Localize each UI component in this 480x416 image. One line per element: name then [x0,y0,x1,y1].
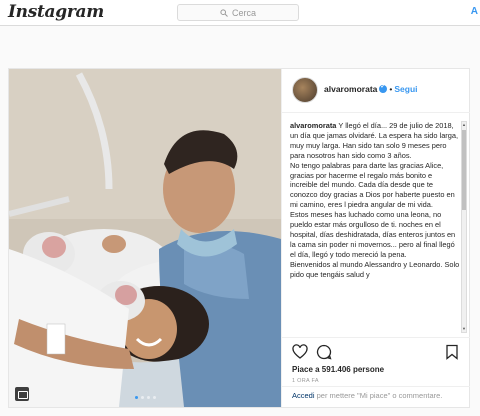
search-input[interactable]: Cerca [177,4,299,21]
scroll-down-icon[interactable]: ▼ [462,326,466,332]
likes-count[interactable]: Piace a 591.406 persone [292,365,384,374]
search-icon [220,8,228,17]
post-actions: Piace a 591.406 persone 1 ORA FA Accedi … [282,337,470,407]
heart-icon[interactable] [292,344,308,360]
separator: • [389,84,393,94]
carousel-indicator [9,396,281,399]
top-navigation-bar: Instagram Cerca A [0,0,480,26]
search-placeholder: Cerca [231,7,256,18]
instagram-logo[interactable]: Instagram [8,2,104,22]
caption-paragraph: No tengo palabras para darte las gracias… [290,160,455,210]
comment-icon[interactable] [316,344,332,360]
carousel-dot[interactable] [134,396,138,399]
post-side-panel: alvaromorata •Segui alvaromorata Y llegó … [281,69,470,407]
post-card: alvaromorata •Segui alvaromorata Y llegó … [8,68,470,408]
follow-button[interactable]: Segui [394,84,417,94]
caption-scrollbar[interactable]: ▲ ▼ [461,121,467,333]
bookmark-icon[interactable] [444,344,460,360]
post-author: alvaromorata •Segui [324,83,418,94]
post-caption: alvaromorata Y llegó el día... 29 de jul… [290,121,460,333]
post-timestamp: 1 ORA FA [292,378,319,384]
scroll-up-icon[interactable]: ▲ [462,122,466,128]
scrollbar-thumb[interactable] [462,130,466,210]
comment-login-prompt: Accedi per mettere "Mi piace" o commenta… [282,386,470,408]
avatar[interactable] [292,77,318,103]
caption-paragraph: Bienvenidos al mundo Alessandro y Leonar… [290,259,460,279]
hospital-photo-illustration [9,69,281,407]
comment-prompt-text: per mettere "Mi piace" o commentare. [314,391,443,400]
post-header: alvaromorata •Segui [282,69,470,113]
carousel-dot[interactable] [146,396,150,399]
carousel-dot[interactable] [152,396,156,399]
caption-username[interactable]: alvaromorata [290,121,336,130]
carousel-dot[interactable] [140,396,144,399]
verified-badge-icon [379,83,388,93]
login-link[interactable]: A [471,6,478,17]
post-photo[interactable] [9,69,281,407]
login-link[interactable]: Accedi [292,391,315,400]
caption-paragraph: Estos meses has luchado como una leona, … [290,210,456,259]
username-link[interactable]: alvaromorata [324,84,377,94]
